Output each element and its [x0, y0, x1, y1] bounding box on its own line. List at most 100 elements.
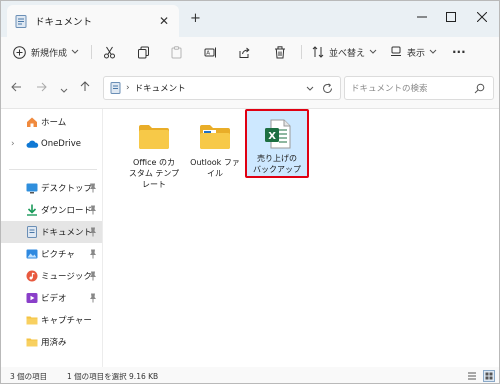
document-icon	[27, 226, 37, 238]
maximize-icon	[446, 12, 456, 22]
chevron-down-icon	[71, 49, 79, 54]
pin-icon[interactable]	[89, 205, 97, 215]
file-explorer-window: ドキュメント ✕ + 新規作成 A 並べ替え 表示 ··· › ドキュメント ド…	[0, 0, 500, 384]
search-placeholder: ドキュメントの検索	[351, 84, 428, 94]
trash-icon	[275, 45, 285, 58]
file-item[interactable]: Office のカ スタム テンプ レート	[124, 117, 184, 195]
cloud-icon	[26, 140, 39, 148]
highlight-frame	[245, 109, 309, 178]
close-window-button[interactable]	[469, 7, 495, 27]
refresh-icon[interactable]	[322, 83, 333, 94]
folder-icon	[139, 125, 169, 149]
sidebar-item-label: ビデオ	[41, 294, 67, 304]
pictures-icon	[26, 249, 38, 259]
minimize-icon	[417, 16, 427, 18]
back-button[interactable]	[11, 81, 22, 95]
folder-icon	[26, 338, 38, 347]
paste-button[interactable]	[170, 37, 183, 67]
details-view-icon[interactable]	[466, 370, 478, 382]
breadcrumb[interactable]: ドキュメント	[135, 82, 186, 94]
sidebar-item-documents[interactable]: ドキュメント	[1, 221, 102, 243]
music-icon	[26, 270, 38, 282]
plus-circle-icon	[13, 45, 26, 59]
file-list: Office のカ スタム テンプ レート Outlook ファ イル X 売り…	[104, 109, 499, 367]
sidebar-item-label: ダウンロード	[41, 206, 93, 216]
more-options-button[interactable]: ···	[452, 37, 466, 67]
sidebar-item-videos[interactable]: ビデオ	[1, 287, 102, 309]
paste-icon	[171, 45, 182, 58]
search-input[interactable]: ドキュメントの検索	[344, 76, 494, 100]
video-icon	[26, 293, 38, 303]
tab-documents[interactable]: ドキュメント ✕	[7, 5, 179, 37]
chevron-down-icon	[369, 49, 377, 54]
arrow-left-icon	[11, 82, 21, 92]
sidebar-item-label: ドキュメント	[41, 228, 93, 238]
new-tab-button[interactable]: +	[190, 11, 201, 26]
up-button[interactable]	[80, 81, 90, 95]
address-bar[interactable]: › ドキュメント	[103, 76, 341, 100]
sidebar-item-label: キャプチャー	[41, 316, 92, 326]
view-button[interactable]: 表示	[390, 37, 437, 67]
sidebar-item-captures[interactable]: キャプチャー	[1, 309, 102, 331]
file-name: Office のカ スタム テンプ レート	[128, 158, 180, 189]
new-button-label: 新規作成	[31, 48, 68, 59]
arrow-right-icon	[37, 82, 47, 92]
chevron-right-icon[interactable]: ›	[11, 139, 15, 149]
sidebar-item-label: OneDrive	[41, 139, 81, 149]
sidebar-item-downloads[interactable]: ダウンロード	[1, 199, 102, 221]
sidebar-item-pictures[interactable]: ピクチャ	[1, 243, 102, 265]
pin-icon[interactable]	[89, 249, 97, 259]
sort-button[interactable]: 並べ替え	[312, 37, 377, 67]
minimize-button[interactable]	[409, 7, 435, 27]
navigation-bar: › ドキュメント ドキュメントの検索	[1, 67, 499, 109]
sidebar-item-label: デスクトップ	[41, 184, 93, 194]
rename-icon: A	[204, 47, 216, 57]
delete-button[interactable]	[274, 37, 286, 67]
new-button[interactable]: 新規作成	[13, 37, 79, 67]
chevron-right-icon: ›	[126, 83, 130, 93]
scissors-icon	[104, 46, 115, 58]
document-icon	[15, 14, 27, 28]
share-button[interactable]	[238, 37, 251, 67]
pin-icon[interactable]	[89, 227, 97, 237]
document-icon	[110, 82, 121, 94]
copy-button[interactable]	[137, 37, 150, 67]
sort-icon	[312, 46, 324, 58]
desktop-icon	[26, 183, 38, 194]
divider	[301, 45, 302, 59]
close-tab-icon[interactable]: ✕	[159, 14, 169, 28]
divider	[91, 45, 92, 59]
pin-icon[interactable]	[89, 271, 97, 281]
command-bar: 新規作成 A 並べ替え 表示 ···	[1, 37, 499, 67]
chevron-down-icon	[429, 49, 437, 54]
view-icon	[391, 46, 401, 56]
sidebar-item-used[interactable]: 用済み	[1, 331, 102, 353]
tab-label: ドキュメント	[35, 17, 93, 28]
file-item[interactable]: Outlook ファ イル	[185, 117, 245, 195]
rename-button[interactable]: A	[204, 37, 217, 67]
sidebar-item-music[interactable]: ミュージック	[1, 265, 102, 287]
forward-button[interactable]	[36, 81, 47, 95]
recent-locations-button[interactable]	[60, 83, 68, 97]
item-count: 3 個の項目	[10, 372, 48, 381]
navigation-pane: ホーム › OneDrive デスクトップ ダウンロード ドキュメント ピクチャ…	[1, 109, 103, 367]
tiles-view-icon[interactable]	[483, 370, 495, 382]
pin-icon[interactable]	[89, 293, 97, 303]
sidebar-item-onedrive[interactable]: › OneDrive	[1, 133, 102, 155]
chevron-down-icon[interactable]	[306, 86, 314, 92]
copy-icon	[138, 46, 149, 58]
close-icon	[477, 12, 487, 22]
sidebar-item-label: ホーム	[41, 118, 67, 128]
share-icon	[239, 47, 250, 58]
maximize-button[interactable]	[438, 7, 464, 27]
svg-text:A: A	[206, 50, 210, 56]
sidebar-item-label: ピクチャ	[41, 250, 75, 260]
cut-button[interactable]	[103, 37, 116, 67]
pin-icon[interactable]	[89, 183, 97, 193]
sidebar-item-desktop[interactable]: デスクトップ	[1, 177, 102, 199]
folder-icon	[26, 316, 38, 325]
view-button-label: 表示	[407, 48, 426, 59]
status-bar: 3 個の項目 1 個の項目を選択 9.16 KB	[1, 367, 499, 383]
download-icon	[27, 204, 37, 216]
sidebar-item-home[interactable]: ホーム	[1, 111, 102, 133]
